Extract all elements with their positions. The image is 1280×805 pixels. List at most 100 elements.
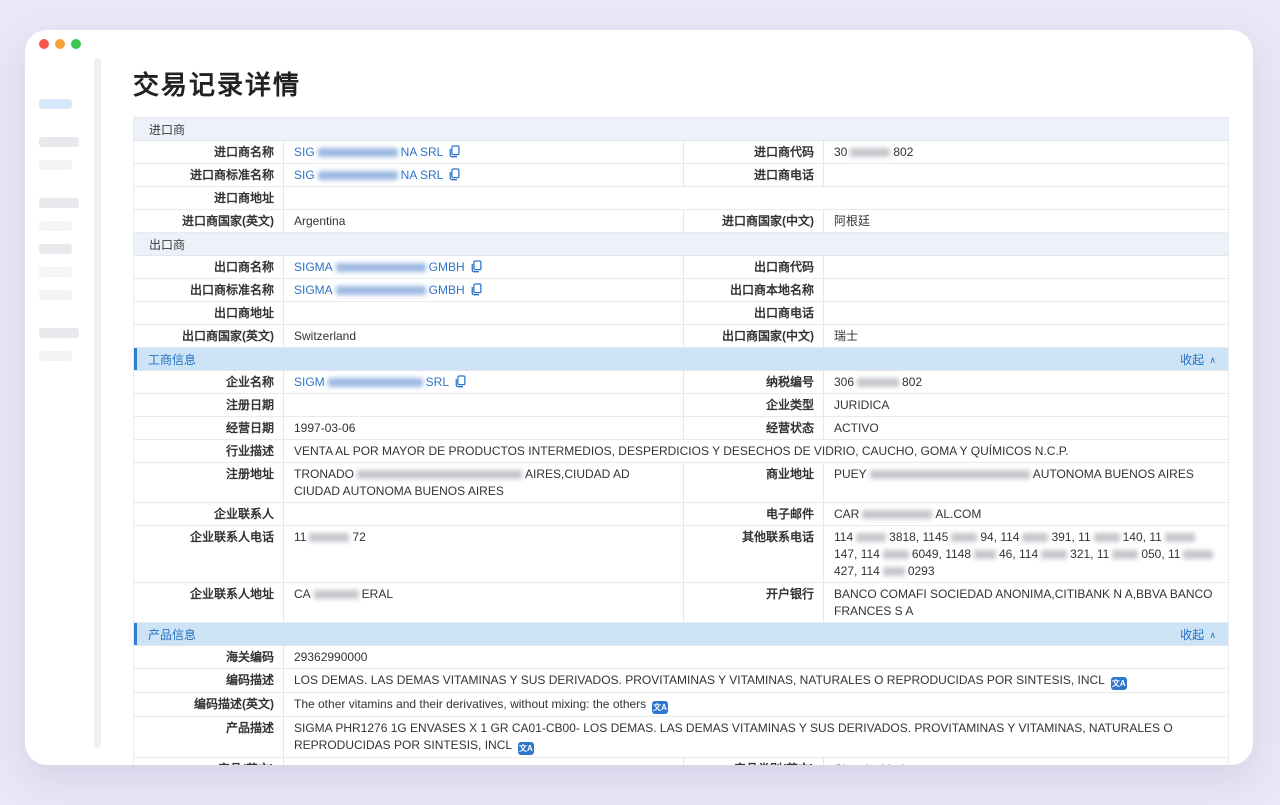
redacted-text [1112, 550, 1138, 559]
sidebar-item[interactable] [39, 99, 72, 109]
translate-icon[interactable]: 文A [652, 701, 668, 714]
close-button[interactable] [39, 39, 49, 49]
field-text: 321, 11 [1070, 547, 1109, 561]
section-header: 进口商 [134, 118, 1228, 141]
redacted-text [974, 550, 996, 559]
redacted-text [318, 171, 398, 180]
copy-icon[interactable] [470, 260, 482, 273]
field-label: 进口商电话 [684, 164, 824, 186]
copy-icon[interactable] [470, 283, 482, 296]
sidebar-item[interactable] [39, 290, 72, 300]
field-text: 114 [834, 530, 853, 544]
redacted-text [870, 470, 1030, 479]
field-text: SRL [426, 375, 449, 389]
sidebar-item[interactable] [39, 137, 79, 147]
field-text: GMBH [429, 260, 465, 274]
field-text: Switzerland [294, 329, 356, 343]
field-label: 进口商地址 [134, 187, 284, 209]
page-title: 交易记录详情 [133, 70, 1229, 100]
redacted-text [850, 148, 890, 157]
translate-icon[interactable]: 文A [1111, 677, 1127, 690]
field-value: LOS DEMAS. LAS DEMAS VITAMINAS Y SUS DER… [284, 669, 1228, 692]
field-value: 1172 [284, 526, 684, 582]
table-row: 进口商国家(英文)Argentina进口商国家(中文)阿根廷 [134, 210, 1228, 233]
field-value: BANCO COMAFI SOCIEDAD ANONIMA,CITIBANK N… [824, 583, 1228, 622]
redacted-text [336, 286, 426, 295]
field-text: 29362990000 [294, 650, 367, 664]
field-text: PUEY [834, 467, 867, 481]
field-value: TRONADOAIRES,CIUDAD AD CIUDAD AUTONOMA B… [284, 463, 684, 502]
field-value [284, 302, 684, 324]
field-text: 94, 114 [980, 530, 1019, 544]
section-title: 进口商 [149, 121, 185, 138]
sidebar-item[interactable] [39, 244, 72, 254]
table-row: 进口商名称SIGNA SRL进口商代码30802 [134, 141, 1228, 164]
field-label: 注册日期 [134, 394, 284, 416]
field-text: Argentina [294, 214, 345, 228]
copy-icon[interactable] [448, 145, 460, 158]
field-label: 企业联系人电话 [134, 526, 284, 582]
collapse-button[interactable]: 收起 ∧ [1180, 626, 1216, 643]
field-text: 0293 [908, 564, 935, 578]
translate-icon[interactable]: 文A [518, 742, 534, 755]
redacted-text [309, 533, 349, 542]
copy-icon[interactable] [454, 375, 466, 388]
company-link[interactable]: SIGMAGMBH [294, 283, 482, 297]
redacted-text [1094, 533, 1120, 542]
redacted-text [357, 470, 522, 479]
field-value: SIGMAGMBH [284, 279, 684, 301]
table-row: 企业名称SIGMSRL纳税编号306802 [134, 371, 1228, 394]
table-row: 出口商标准名称SIGMAGMBH出口商本地名称 [134, 279, 1228, 302]
field-label: 开户银行 [684, 583, 824, 622]
table-row: 注册日期企业类型JURIDICA [134, 394, 1228, 417]
field-label: 出口商代码 [684, 256, 824, 278]
company-link[interactable]: SIGNA SRL [294, 145, 460, 159]
field-value: 306802 [824, 371, 1228, 393]
section-title: 产品信息 [148, 626, 196, 643]
redacted-text [328, 378, 423, 387]
field-text: SIGMA PHR1276 1G ENVASES X 1 GR CA01-CB0… [294, 721, 1173, 752]
company-link[interactable]: SIGMA GMBH [294, 260, 482, 274]
field-text: 391, 11 [1051, 530, 1090, 544]
field-text: GMBH [429, 283, 465, 297]
field-value: SIGMA PHR1276 1G ENVASES X 1 GR CA01-CB0… [284, 717, 1228, 757]
minimize-button[interactable] [55, 39, 65, 49]
field-value: VENTA AL POR MAYOR DE PRODUCTOS INTERMED… [284, 440, 1228, 462]
sidebar-item[interactable] [39, 267, 72, 277]
sidebar-item[interactable] [39, 160, 72, 170]
field-label: 产品(英文) [134, 758, 284, 765]
field-label: 进口商国家(英文) [134, 210, 284, 232]
table-row: 出口商名称SIGMAGMBH出口商代码 [134, 256, 1228, 279]
section-header: 工商信息收起 ∧ [134, 348, 1228, 371]
table-row: 经营日期1997-03-06经营状态ACTIVO [134, 417, 1228, 440]
redacted-text [318, 148, 398, 157]
table-row: 产品描述SIGMA PHR1276 1G ENVASES X 1 GR CA01… [134, 717, 1228, 758]
field-value: Chemical Industry [824, 758, 1228, 765]
company-link[interactable]: SIGNA SRL [294, 168, 460, 182]
field-text: 802 [893, 145, 913, 159]
maximize-button[interactable] [71, 39, 81, 49]
section-exporter: 出口商出口商名称SIGMAGMBH出口商代码出口商标准名称SIGMAGMBH出口… [134, 233, 1228, 348]
company-link[interactable]: SIGM SRL [294, 375, 466, 389]
field-label: 注册地址 [134, 463, 284, 502]
table-row: 企业联系人地址CAERAL开户银行BANCO COMAFI SOCIEDAD A… [134, 583, 1228, 623]
copy-icon[interactable] [448, 168, 460, 181]
field-label: 经营日期 [134, 417, 284, 439]
sidebar-item[interactable] [39, 328, 79, 338]
sidebar-item[interactable] [39, 221, 72, 231]
field-text: 46, 114 [999, 547, 1038, 561]
table-row: 进口商标准名称SIGNA SRL进口商电话 [134, 164, 1228, 187]
field-text: 1997-03-06 [294, 421, 355, 435]
redacted-text [1022, 533, 1048, 542]
field-text: SIGMA [294, 260, 333, 274]
field-label: 经营状态 [684, 417, 824, 439]
field-text: 140, 11 [1123, 530, 1162, 544]
field-value: SIGMA GMBH [284, 256, 684, 278]
field-value: CARAL.COM [824, 503, 1228, 525]
sidebar-item[interactable] [39, 198, 79, 208]
field-text: SIGM [294, 375, 325, 389]
collapse-button[interactable]: 收起 ∧ [1180, 351, 1216, 368]
field-value [824, 256, 1228, 278]
chevron-up-icon: ∧ [1209, 630, 1216, 640]
sidebar-item[interactable] [39, 351, 72, 361]
